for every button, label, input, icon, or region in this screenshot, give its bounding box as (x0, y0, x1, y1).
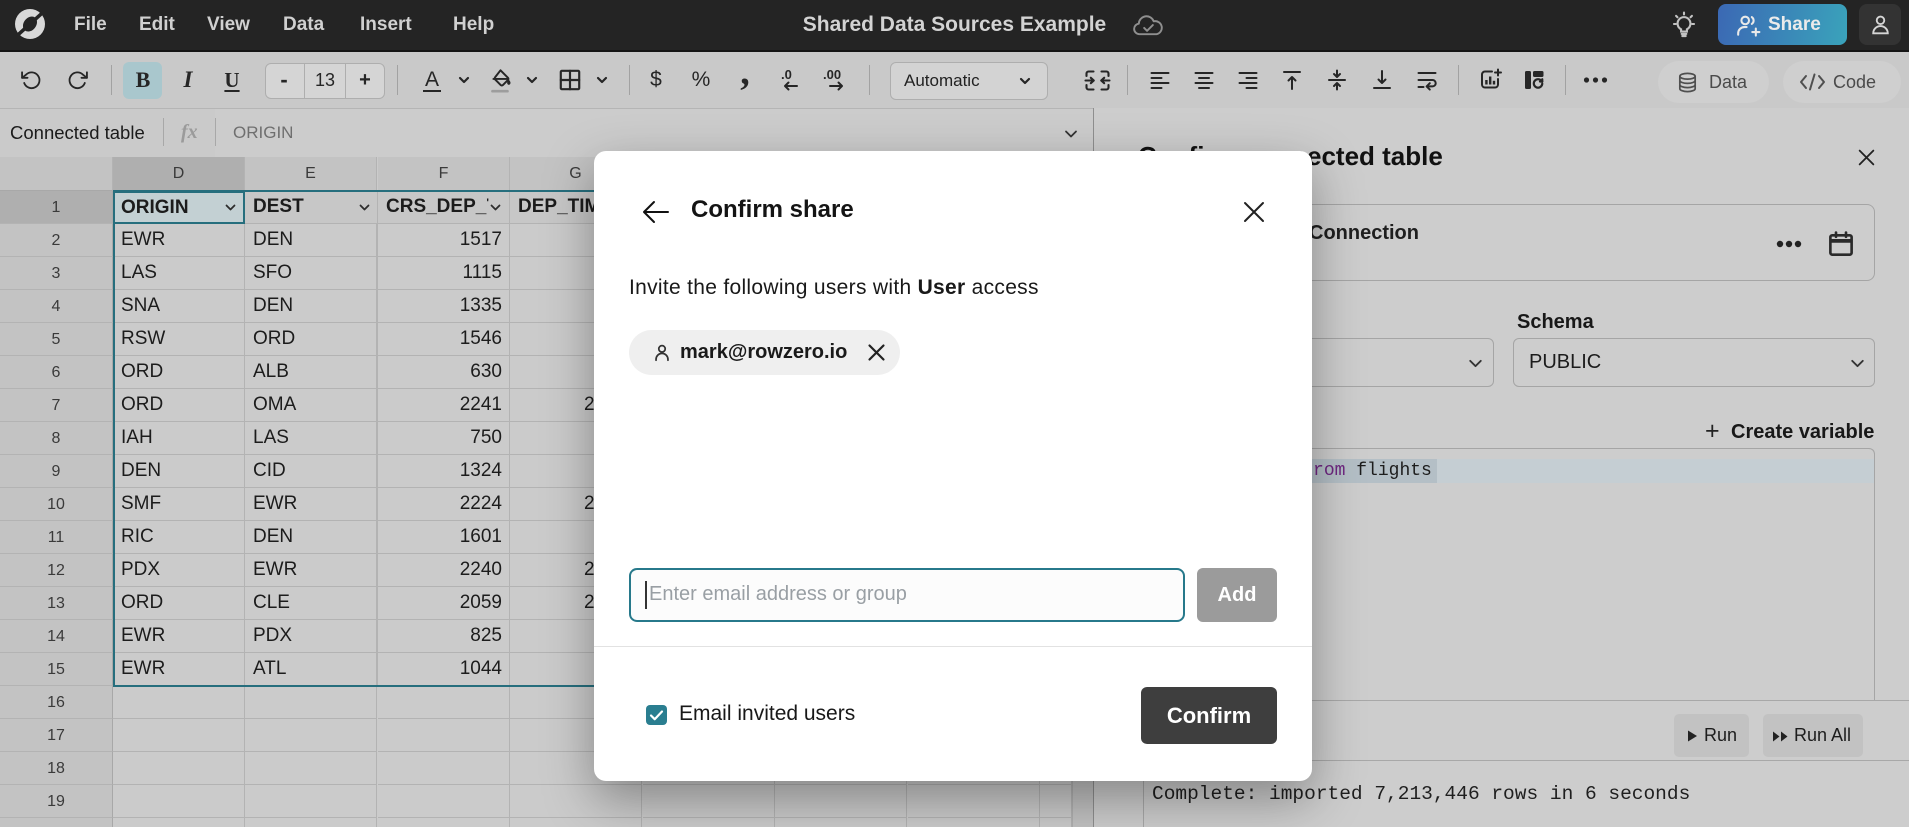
svg-text:.00: .00 (823, 67, 841, 82)
svg-text:.0: .0 (781, 67, 792, 82)
